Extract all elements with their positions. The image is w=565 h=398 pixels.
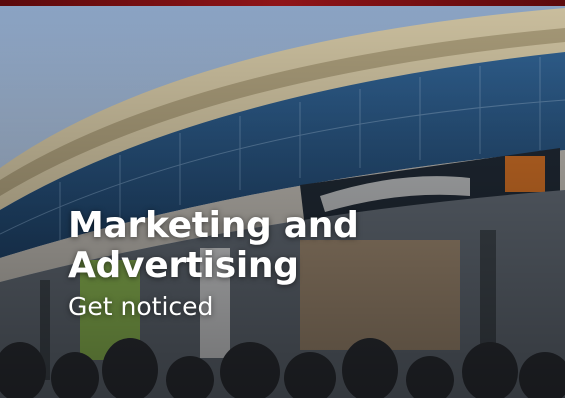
- card-title: Marketing and Advertising: [68, 206, 359, 286]
- top-border: [0, 0, 565, 6]
- card-caption: Marketing and Advertising Get noticed: [68, 206, 359, 322]
- card-subtitle: Get noticed: [68, 292, 214, 321]
- card-title-line-2: Advertising: [68, 245, 299, 286]
- stadium-photo: [0, 0, 565, 398]
- marketing-card[interactable]: Marketing and Advertising Get noticed: [0, 0, 565, 398]
- card-title-line-1: Marketing and: [68, 205, 359, 246]
